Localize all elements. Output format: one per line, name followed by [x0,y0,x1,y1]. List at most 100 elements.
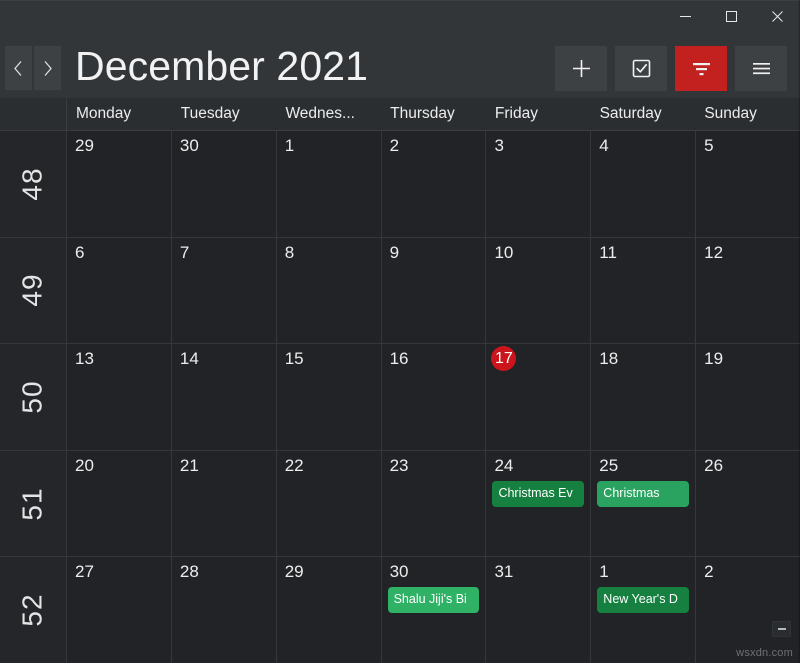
week-number-label: 51 [17,487,48,521]
day-cell[interactable]: 28 [171,557,277,663]
day-cell[interactable]: 24 Christmas Ev [486,450,592,557]
day-number: 6 [75,242,85,262]
menu-button[interactable] [735,45,787,91]
day-number: 22 [284,455,304,475]
event-chip[interactable]: Shalu Jiji's Bi [387,587,480,614]
week-number-cell: 51 [0,450,67,557]
day-number: 5 [704,136,714,155]
day-cell[interactable]: 3 [486,131,592,237]
day-cell[interactable]: 20 [67,450,172,557]
day-cell[interactable]: 31 [486,557,592,663]
day-cell[interactable]: 8 [276,237,382,344]
day-number: 27 [75,562,94,582]
event-list: Christmas [597,480,690,507]
day-cell[interactable]: 12 [696,237,800,344]
day-number: 30 [179,136,199,155]
day-number: 28 [179,562,199,582]
week-row: 48 29 30 1 2 3 4 5 [0,131,800,238]
day-number: 12 [704,242,724,262]
day-number: 30 [389,562,409,582]
day-number: 29 [75,136,94,155]
event-list: Shalu Jiji's Bi [387,587,480,614]
week-row: 52 27 28 29 30 Shalu Jiji's Bi 31 1 New Year's D… [0,557,800,663]
header-bar: December 2021 [0,38,800,98]
day-number: 3 [494,136,504,155]
weekday-header-thursday: Thursday [390,105,455,122]
toolbar [555,45,796,91]
tasks-button[interactable] [615,45,667,91]
day-number: 14 [179,349,199,369]
day-number: 1 [284,136,295,155]
weekday-header-saturday: Saturday [599,105,662,122]
day-cell[interactable]: 11 [591,237,697,344]
day-cell[interactable]: 14 [171,344,277,450]
day-number: 18 [599,349,619,369]
day-number: 9 [389,242,400,262]
event-list: Christmas Ev [492,480,585,507]
day-cell[interactable]: 19 [696,344,800,450]
day-cell[interactable]: 27 [67,557,172,663]
add-event-button[interactable] [555,45,607,91]
close-icon [771,10,783,22]
previous-month-button[interactable] [5,46,32,90]
today-date-badge: 17 [491,346,517,372]
day-number: 15 [284,349,304,369]
day-cell[interactable]: 25 Christmas [591,450,697,557]
day-cell[interactable]: 7 [171,237,277,344]
day-cell[interactable]: 26 [696,450,800,557]
weekday-header-friday: Friday [494,105,538,122]
week-number-label: 48 [17,167,48,201]
day-number: 2 [704,562,714,582]
weekday-header-wednesday: Wednes... [285,105,355,122]
event-list: New Year's D [597,587,690,614]
day-number: 8 [284,242,295,262]
day-cell[interactable]: 6 [67,237,172,344]
week-row: 49 6 7 8 9 10 11 12 [0,237,800,345]
day-cell[interactable]: 18 [591,344,697,450]
collapse-button[interactable] [772,621,791,637]
day-cell[interactable]: 1 New Year's D [591,557,697,663]
event-chip[interactable]: New Year's D [597,587,690,614]
close-button[interactable] [754,1,800,31]
day-cell[interactable]: 13 [67,344,172,450]
day-cell[interactable]: 10 [486,237,592,344]
day-cell[interactable]: 2 [381,131,487,237]
maximize-icon [725,10,737,22]
day-number: 20 [75,455,94,475]
weekday-header-tuesday: Tuesday [180,105,240,122]
next-month-button[interactable] [34,46,61,90]
event-chip[interactable]: Christmas Ev [492,480,585,507]
day-number: 31 [494,562,514,582]
day-cell[interactable]: 15 [276,344,382,450]
hamburger-icon [752,62,770,74]
day-cell[interactable]: 29 [276,557,382,663]
checkbox-icon [632,59,650,77]
day-cell[interactable]: 4 [591,131,697,237]
day-number: 21 [179,455,199,475]
day-cell[interactable]: 17 [486,344,592,450]
day-cell[interactable]: 30 [171,131,277,237]
chevron-left-icon [14,60,22,76]
page-title: December 2021 [75,42,369,89]
day-number: 25 [599,455,619,475]
week-row: 51 20 21 22 23 24 Christmas Ev 25 Christmas 26 [0,450,800,558]
day-cell[interactable]: 29 [67,131,172,237]
day-cell[interactable]: 21 [171,450,277,557]
day-number: 29 [284,562,304,582]
minimize-button[interactable] [662,1,708,31]
day-cell[interactable]: 23 [381,450,487,557]
month-grid: 48 29 30 1 2 3 4 5 49 6 7 8 9 10 11 12 50 13 14 15 16 17 18 19 5… [0,131,800,663]
week-number-label: 52 [17,593,48,627]
day-cell[interactable]: 16 [381,344,487,450]
day-cell[interactable]: 30 Shalu Jiji's Bi [381,557,487,663]
day-number: 24 [494,455,514,475]
event-chip[interactable]: Christmas [597,480,690,507]
day-cell[interactable]: 9 [381,237,487,344]
day-cell[interactable]: 22 [276,450,382,557]
filter-button[interactable] [675,45,727,91]
maximize-button[interactable] [708,1,754,31]
minus-icon [777,628,786,630]
day-number: 26 [704,455,724,475]
day-cell[interactable]: 5 [696,131,800,237]
day-cell[interactable]: 1 [276,131,382,237]
